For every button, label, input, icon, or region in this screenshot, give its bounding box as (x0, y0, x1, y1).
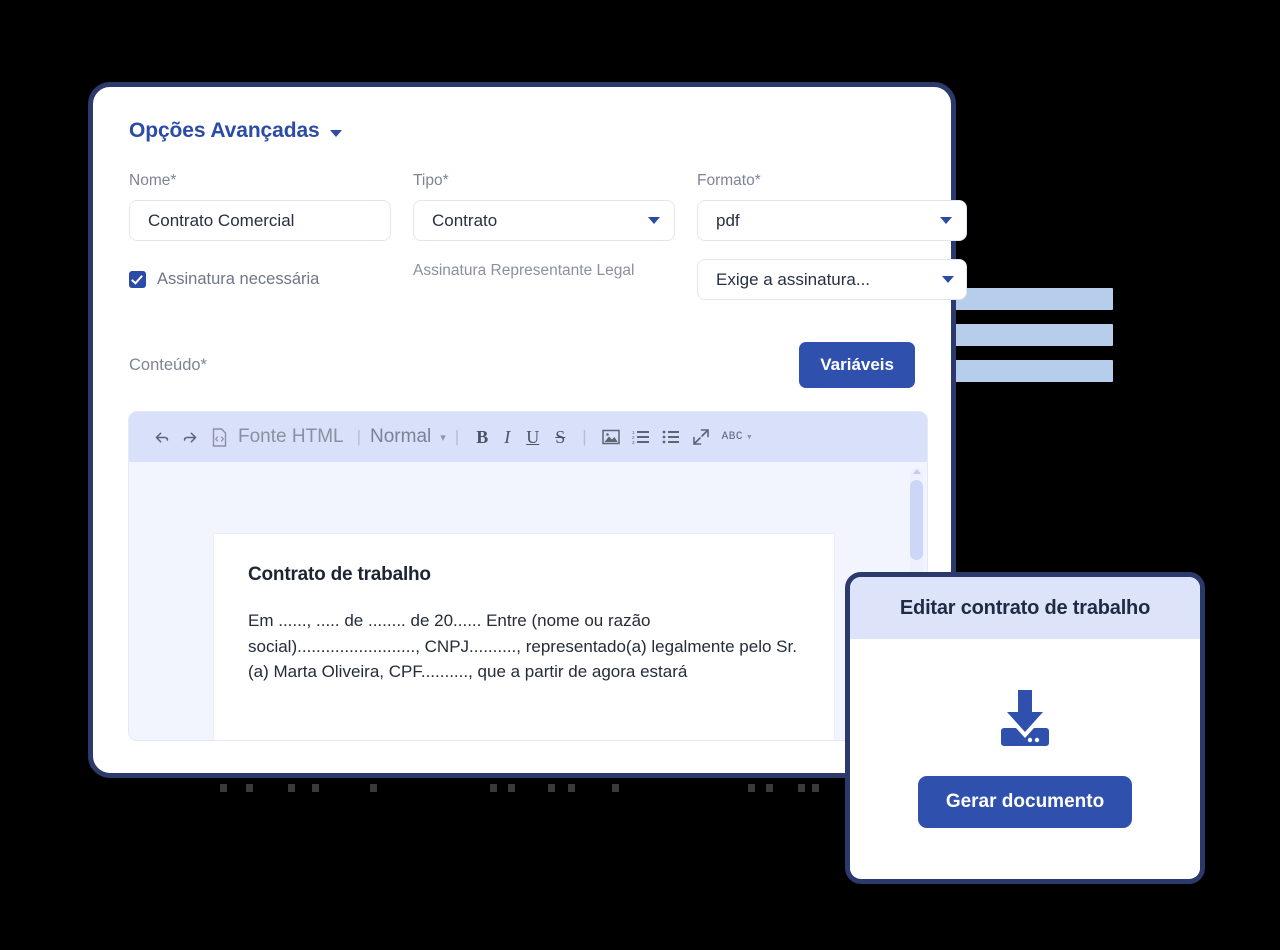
decorative-bar (955, 360, 1113, 382)
field-exige-assinatura: Exige a assinatura... (697, 259, 967, 301)
field-label-nome: Nome* (129, 172, 177, 189)
download-tray-icon (992, 688, 1058, 750)
modal-body: Gerar documento (850, 639, 1200, 877)
bold-button[interactable]: B (468, 427, 496, 448)
assinatura-necessaria-checkbox[interactable] (129, 271, 146, 289)
svg-text:3: 3 (632, 440, 635, 445)
section-header[interactable]: Opções Avançadas (129, 119, 915, 143)
modal-header: Editar contrato de trabalho (850, 577, 1200, 639)
rich-text-editor: Fonte HTML | Normal ▾ | B I U S | 1 2 3 … (128, 411, 928, 742)
field-formato: Formato* pdf (697, 171, 967, 242)
field-assinatura-necessaria: Assinatura necessária (129, 259, 391, 300)
spellcheck-label: ABC (721, 431, 743, 444)
page-title: Opções Avançadas (129, 119, 320, 142)
advanced-options-panel: Opções Avançadas Nome* Contrato Comercia… (88, 82, 967, 778)
assinatura-necessaria-row[interactable]: Assinatura necessária (129, 259, 391, 300)
document-title: Contrato de trabalho (248, 564, 431, 586)
fonte-html-label[interactable]: Fonte HTML (234, 426, 348, 448)
screenshot-stage: Opções Avançadas Nome* Contrato Comercia… (0, 0, 1280, 950)
scrollbar-thumb[interactable] (910, 480, 923, 561)
editor-toolbar: Fonte HTML | Normal ▾ | B I U S | 1 2 3 … (129, 412, 927, 463)
field-tipo: Tipo* Contrato (413, 171, 675, 242)
document-paragraph: Em ......, ..... de ........ de 20......… (248, 611, 797, 682)
field-label-formato: Formato* (697, 172, 761, 189)
toolbar-separator: | (454, 427, 460, 447)
field-label-tipo: Tipo* (413, 172, 449, 189)
field-nome: Nome* Contrato Comercial (129, 171, 391, 242)
paragraph-style-value: Normal (370, 426, 432, 448)
editor-canvas[interactable]: Contrato de trabalho Em ......, ..... de… (129, 462, 927, 741)
chevron-down-icon (940, 217, 952, 225)
edge-artifacts (200, 784, 820, 792)
bullet-list-icon[interactable] (656, 422, 686, 452)
italic-button[interactable]: I (496, 427, 518, 448)
modal-title: Editar contrato de trabalho (899, 596, 1151, 619)
numbered-list-icon[interactable]: 1 2 3 (626, 422, 656, 452)
formato-select[interactable]: pdf (697, 200, 967, 242)
spellcheck-button[interactable]: ABC ▾ (716, 422, 759, 452)
paragraph-style-select[interactable]: Normal ▾ (370, 426, 446, 448)
html-source-file-icon[interactable] (205, 422, 234, 452)
assinatura-necessaria-label: Assinatura necessária (157, 270, 320, 289)
nome-input[interactable]: Contrato Comercial (129, 200, 391, 242)
generate-document-modal: Editar contrato de trabalho Gerar docume… (845, 572, 1205, 884)
tipo-select-value: Contrato (432, 210, 498, 230)
variaveis-button[interactable]: Variáveis (799, 342, 915, 389)
form-grid: Nome* Contrato Comercial Tipo* Contrato … (129, 171, 967, 301)
redo-arrow-icon[interactable] (176, 422, 205, 452)
scroll-up-arrow-icon[interactable] (913, 469, 921, 475)
gerar-documento-button[interactable]: Gerar documento (917, 776, 1133, 828)
assinatura-representante-label: Assinatura Representante Legal (413, 262, 635, 280)
toolbar-separator: | (356, 427, 362, 447)
chevron-down-icon[interactable] (329, 129, 342, 137)
formato-select-value: pdf (716, 210, 740, 230)
decorative-bars (955, 288, 1113, 382)
chevron-down-icon: ▾ (745, 432, 754, 445)
image-icon[interactable] (596, 422, 626, 452)
undo-arrow-icon[interactable] (147, 422, 176, 452)
content-header-row: Conteúdo* Variáveis (129, 342, 915, 389)
strikethrough-button[interactable]: S (547, 427, 573, 448)
underline-button[interactable]: U (518, 427, 547, 448)
chevron-down-icon (648, 217, 660, 225)
exige-assinatura-select[interactable]: Exige a assinatura... (697, 259, 967, 301)
tipo-select[interactable]: Contrato (413, 200, 675, 242)
conteudo-label: Conteúdo* (129, 355, 207, 374)
chevron-down-icon (942, 276, 954, 284)
exige-assinatura-value: Exige a assinatura... (716, 269, 871, 289)
expand-fullscreen-icon[interactable] (686, 422, 716, 452)
decorative-bar (955, 288, 1113, 310)
toolbar-separator: | (582, 427, 587, 447)
field-assinatura-representante: Assinatura Representante Legal (413, 259, 675, 300)
decorative-bar (955, 324, 1113, 346)
document-page[interactable]: Contrato de trabalho Em ......, ..... de… (214, 534, 834, 741)
